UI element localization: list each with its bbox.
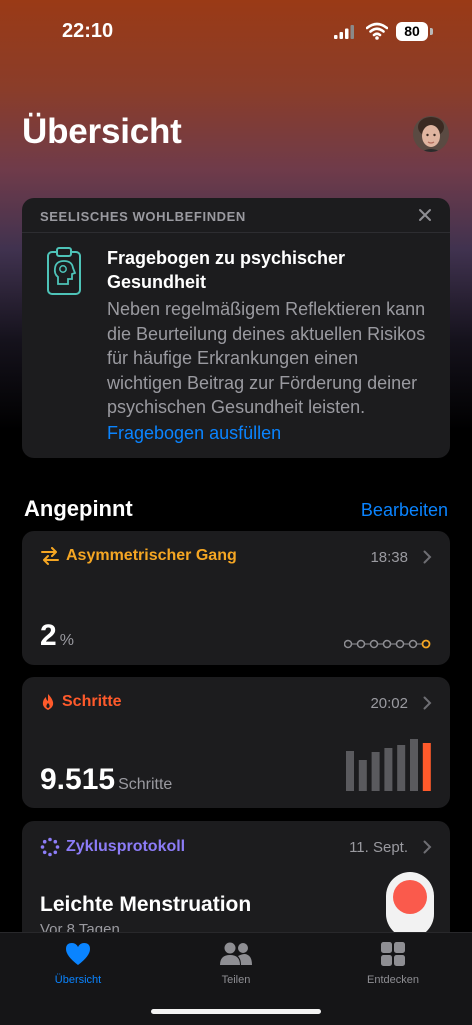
clipboard-head-icon <box>47 247 81 295</box>
walking-asymmetry-unit: % <box>59 632 74 649</box>
close-icon[interactable] <box>418 208 432 222</box>
tab-share-label: Teilen <box>221 974 251 986</box>
avatar-image <box>413 116 449 152</box>
chevron-right-icon <box>423 696 432 710</box>
steps-bar <box>422 743 431 791</box>
walking-asymmetry-card[interactable]: Asymmetrischer Gang 18:38 2% <box>22 531 450 665</box>
record-dot-icon <box>393 880 427 914</box>
status-bar: 22:10 80 <box>0 0 472 64</box>
cycle-icon <box>40 837 60 857</box>
tab-share[interactable]: Teilen <box>186 941 286 986</box>
walking-asymmetry-label: Asymmetrischer Gang <box>66 547 237 564</box>
cellular-signal-icon <box>334 25 354 39</box>
page-title: Übersicht <box>22 112 182 151</box>
steps-bar <box>358 760 367 791</box>
heart-icon <box>66 943 90 965</box>
chevron-right-icon <box>423 840 432 854</box>
arrows-icon <box>41 547 59 565</box>
steps-unit: Schritte <box>118 776 173 793</box>
steps-bar-chart <box>346 739 431 791</box>
battery-indicator: 80 <box>396 22 428 41</box>
steps-value: 9.515 Schritte <box>40 763 172 797</box>
steps-bar <box>346 751 354 791</box>
steps-bar <box>371 752 380 791</box>
walking-asymmetry-title: Asymmetrischer Gang <box>40 547 237 565</box>
wifi-icon <box>366 22 388 40</box>
fill-questionnaire-link[interactable]: Fragebogen ausfüllen <box>107 423 281 444</box>
pinned-section-title: Angepinnt <box>24 496 133 521</box>
tab-overview[interactable]: Übersicht <box>28 941 128 986</box>
flame-icon <box>42 694 54 710</box>
profile-avatar[interactable] <box>413 116 449 152</box>
tab-browse-label: Entdecken <box>367 974 419 986</box>
home-indicator <box>151 1009 321 1014</box>
steps-bar <box>384 748 393 791</box>
floating-record-button[interactable] <box>386 872 434 938</box>
steps-bar <box>397 745 406 791</box>
steps-title: Schritte <box>40 693 122 711</box>
tab-browse[interactable]: Entdecken <box>343 941 443 986</box>
walking-asymmetry-number: 2 <box>40 619 57 652</box>
walking-asymmetry-value: 2% <box>40 619 74 653</box>
grid-icon <box>381 942 405 966</box>
people-icon <box>220 942 252 965</box>
edit-button[interactable]: Bearbeiten <box>361 500 448 521</box>
questionnaire-description: Neben regelmäßigem Reflektieren kann die… <box>107 299 426 417</box>
battery-tip <box>430 28 433 35</box>
asymmetry-trend-sparkline <box>344 639 431 649</box>
steps-bar <box>410 739 418 791</box>
steps-number: 9.515 <box>40 763 116 796</box>
mental-wellbeing-heading: SEELISCHES WOHLBEFINDEN <box>40 209 246 224</box>
divider <box>22 232 450 233</box>
cycle-tracking-date: 11. Sept. <box>349 839 408 856</box>
cycle-tracking-value: Leichte Menstruation <box>40 893 252 916</box>
tab-overview-label: Übersicht <box>54 974 102 986</box>
cycle-tracking-title: Zyklusprotokoll <box>40 837 185 857</box>
status-time: 22:10 <box>62 20 114 42</box>
chevron-right-icon <box>423 550 432 564</box>
steps-card[interactable]: Schritte 20:02 9.515 Schritte <box>22 677 450 808</box>
mental-wellbeing-card[interactable]: SEELISCHES WOHLBEFINDEN Fragebogen zu ps… <box>22 198 450 458</box>
walking-asymmetry-time: 18:38 <box>370 549 408 566</box>
questionnaire-title: Fragebogen zu psychischer Gesundheit <box>107 248 346 292</box>
steps-time: 20:02 <box>370 695 408 712</box>
cycle-tracking-label: Zyklusprotokoll <box>66 838 186 855</box>
steps-label: Schritte <box>62 693 122 710</box>
